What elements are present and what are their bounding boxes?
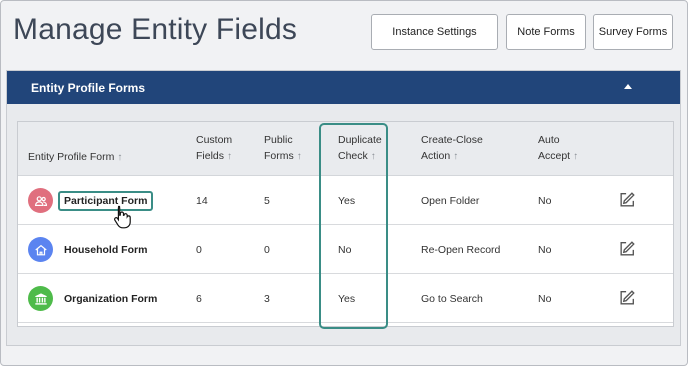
custom-fields-cell: 6 xyxy=(196,292,202,305)
hand-pointer-cursor-icon xyxy=(114,205,131,229)
building-icon xyxy=(28,286,53,311)
sort-arrow-icon[interactable]: ↑ xyxy=(453,151,458,162)
column-header-form-label: Entity Profile Form xyxy=(28,151,115,163)
column-header-custom-line2: Fields xyxy=(196,150,225,162)
instance-settings-button[interactable]: Instance Settings xyxy=(371,14,498,50)
people-icon xyxy=(28,188,53,213)
edit-icon[interactable] xyxy=(618,191,636,209)
column-header-dup-line2: Check xyxy=(338,150,368,162)
form-name-cell[interactable]: Household Form xyxy=(64,225,147,274)
column-header-custom-line1: Custom xyxy=(196,134,233,146)
sort-arrow-icon[interactable]: ↑ xyxy=(297,151,302,162)
page-title: Manage Entity Fields xyxy=(13,13,298,46)
panel-title: Entity Profile Forms xyxy=(31,80,146,95)
app-frame: Manage Entity Fields Instance Settings N… xyxy=(0,0,688,366)
auto-accept-cell: No xyxy=(538,292,552,305)
survey-forms-button[interactable]: Survey Forms xyxy=(593,14,673,50)
custom-fields-cell: 0 xyxy=(196,243,202,256)
create-close-action-cell: Re-Open Record xyxy=(421,243,501,256)
table-row: Household Form 0 0 No Re-Open Record No xyxy=(18,225,673,274)
participant-form-link[interactable]: Participant Form xyxy=(58,190,154,211)
column-header-action-line2: Action xyxy=(421,150,451,162)
sort-arrow-icon[interactable]: ↑ xyxy=(371,151,376,162)
create-close-action-cell: Open Folder xyxy=(421,194,480,207)
sort-arrow-icon[interactable]: ↑ xyxy=(227,151,232,162)
form-name-cell[interactable]: Organization Form xyxy=(64,274,157,323)
sort-arrow-icon[interactable]: ↑ xyxy=(117,152,122,163)
public-forms-cell: 3 xyxy=(264,292,270,305)
edit-icon[interactable] xyxy=(618,240,636,258)
auto-accept-cell: No xyxy=(538,243,552,256)
duplicate-check-cell: Yes xyxy=(338,194,356,207)
table-row: Organization Form 6 3 Yes Go to Search N… xyxy=(18,274,673,323)
table-header: Entity Profile Form ↑ Custom Fields ↑ Publ… xyxy=(18,122,673,176)
panel-header[interactable]: Entity Profile Forms xyxy=(7,71,680,104)
entity-profile-forms-panel: Entity Profile Forms Entity Profile Form… xyxy=(6,70,681,346)
column-header-dup-line1: Duplicate xyxy=(338,134,382,146)
column-header-form[interactable]: Entity Profile Form ↑ xyxy=(28,149,122,166)
form-name-cell[interactable]: Participant Form xyxy=(58,176,154,225)
duplicate-check-cell: Yes xyxy=(338,292,356,305)
column-header-duplicate-check[interactable]: Duplicate Check ↑ xyxy=(338,132,382,165)
house-icon xyxy=(28,237,53,262)
collapse-up-icon[interactable] xyxy=(624,84,632,89)
duplicate-check-cell: No xyxy=(338,243,352,256)
column-header-public-forms[interactable]: Public Forms ↑ xyxy=(264,132,302,165)
column-header-auto-line1: Auto xyxy=(538,134,560,146)
auto-accept-cell: No xyxy=(538,194,552,207)
edit-icon[interactable] xyxy=(618,289,636,307)
column-header-public-line1: Public xyxy=(264,134,293,146)
public-forms-cell: 5 xyxy=(264,194,270,207)
custom-fields-cell: 14 xyxy=(196,194,208,207)
column-header-action-line1: Create-Close xyxy=(421,134,483,146)
column-header-auto-accept[interactable]: Auto Accept ↑ xyxy=(538,132,578,165)
column-header-auto-line2: Accept xyxy=(538,150,571,162)
column-header-public-line2: Forms xyxy=(264,150,294,162)
sort-arrow-icon[interactable]: ↑ xyxy=(573,151,578,162)
note-forms-button[interactable]: Note Forms xyxy=(506,14,586,50)
public-forms-cell: 0 xyxy=(264,243,270,256)
create-close-action-cell: Go to Search xyxy=(421,292,483,305)
column-header-custom-fields[interactable]: Custom Fields ↑ xyxy=(196,132,232,165)
column-header-create-close-action[interactable]: Create-Close Action ↑ xyxy=(421,132,483,165)
